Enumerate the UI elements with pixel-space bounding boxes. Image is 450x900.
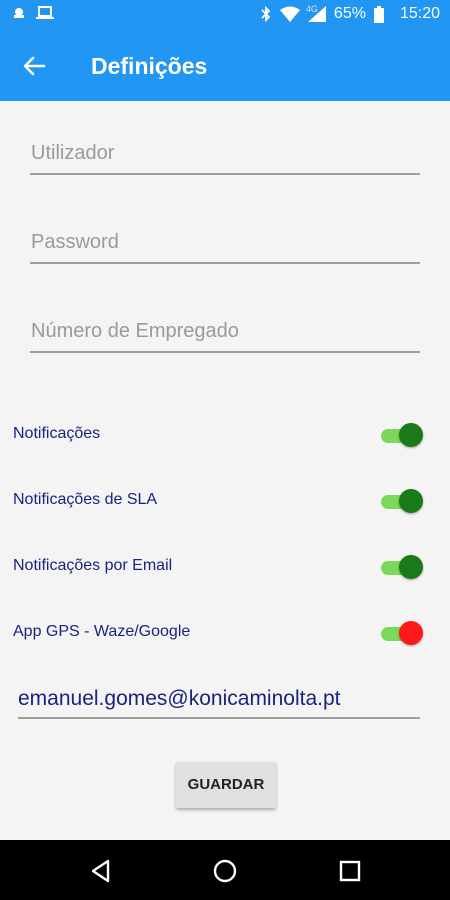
toggle-label: App GPS - Waze/Google <box>13 623 191 640</box>
switch-thumb <box>399 489 423 513</box>
battery-percent: 65% <box>333 5 366 22</box>
employee-number-input[interactable] <box>30 311 421 351</box>
switch-thumb <box>399 555 423 579</box>
password-input[interactable] <box>30 222 421 262</box>
save-button[interactable]: GUARDAR <box>176 762 276 808</box>
toggle-row-gps: App GPS - Waze/Google <box>13 616 423 650</box>
switch-thumb <box>399 621 423 645</box>
battery-icon <box>373 5 384 23</box>
network-type: 4G <box>305 4 318 14</box>
gps-app-switch[interactable] <box>381 621 423 645</box>
navigation-bar <box>0 840 450 900</box>
page-title: Definições <box>91 53 208 79</box>
wifi-icon <box>279 6 300 22</box>
status-time: 15:20 <box>399 5 440 22</box>
email-value: emanuel.gomes@konicaminolta.pt <box>18 687 341 710</box>
toggle-label: Notificações por Email <box>13 557 173 574</box>
arrow-left-icon <box>23 56 46 76</box>
notifications-switch[interactable] <box>381 423 423 447</box>
username-field-container <box>30 133 421 175</box>
email-field[interactable]: emanuel.gomes@konicaminolta.pt <box>18 685 420 719</box>
android-notification-icon <box>12 6 26 20</box>
back-triangle-icon[interactable] <box>88 858 114 884</box>
email-notifications-switch[interactable] <box>381 555 423 579</box>
app-bar: Definições <box>0 31 450 101</box>
sla-notifications-switch[interactable] <box>381 489 423 513</box>
signal-icon: 4G <box>305 4 326 22</box>
back-button[interactable] <box>20 51 50 81</box>
laptop-icon <box>36 6 54 20</box>
toggle-row-sla: Notificações de SLA <box>13 484 423 518</box>
switch-thumb <box>399 423 423 447</box>
recents-square-icon[interactable] <box>337 858 363 884</box>
toggle-label: Notificações <box>13 425 101 442</box>
toggle-row-email: Notificações por Email <box>13 550 423 584</box>
toggle-row-notifications: Notificações <box>13 418 423 452</box>
password-field-container <box>30 222 421 264</box>
employee-number-field-container <box>30 311 421 353</box>
status-bar: 4G 65% 15:20 <box>0 0 450 31</box>
bluetooth-icon <box>260 5 272 23</box>
username-input[interactable] <box>30 133 421 173</box>
toggle-label: Notificações de SLA <box>13 491 158 508</box>
home-circle-icon[interactable] <box>212 858 238 884</box>
